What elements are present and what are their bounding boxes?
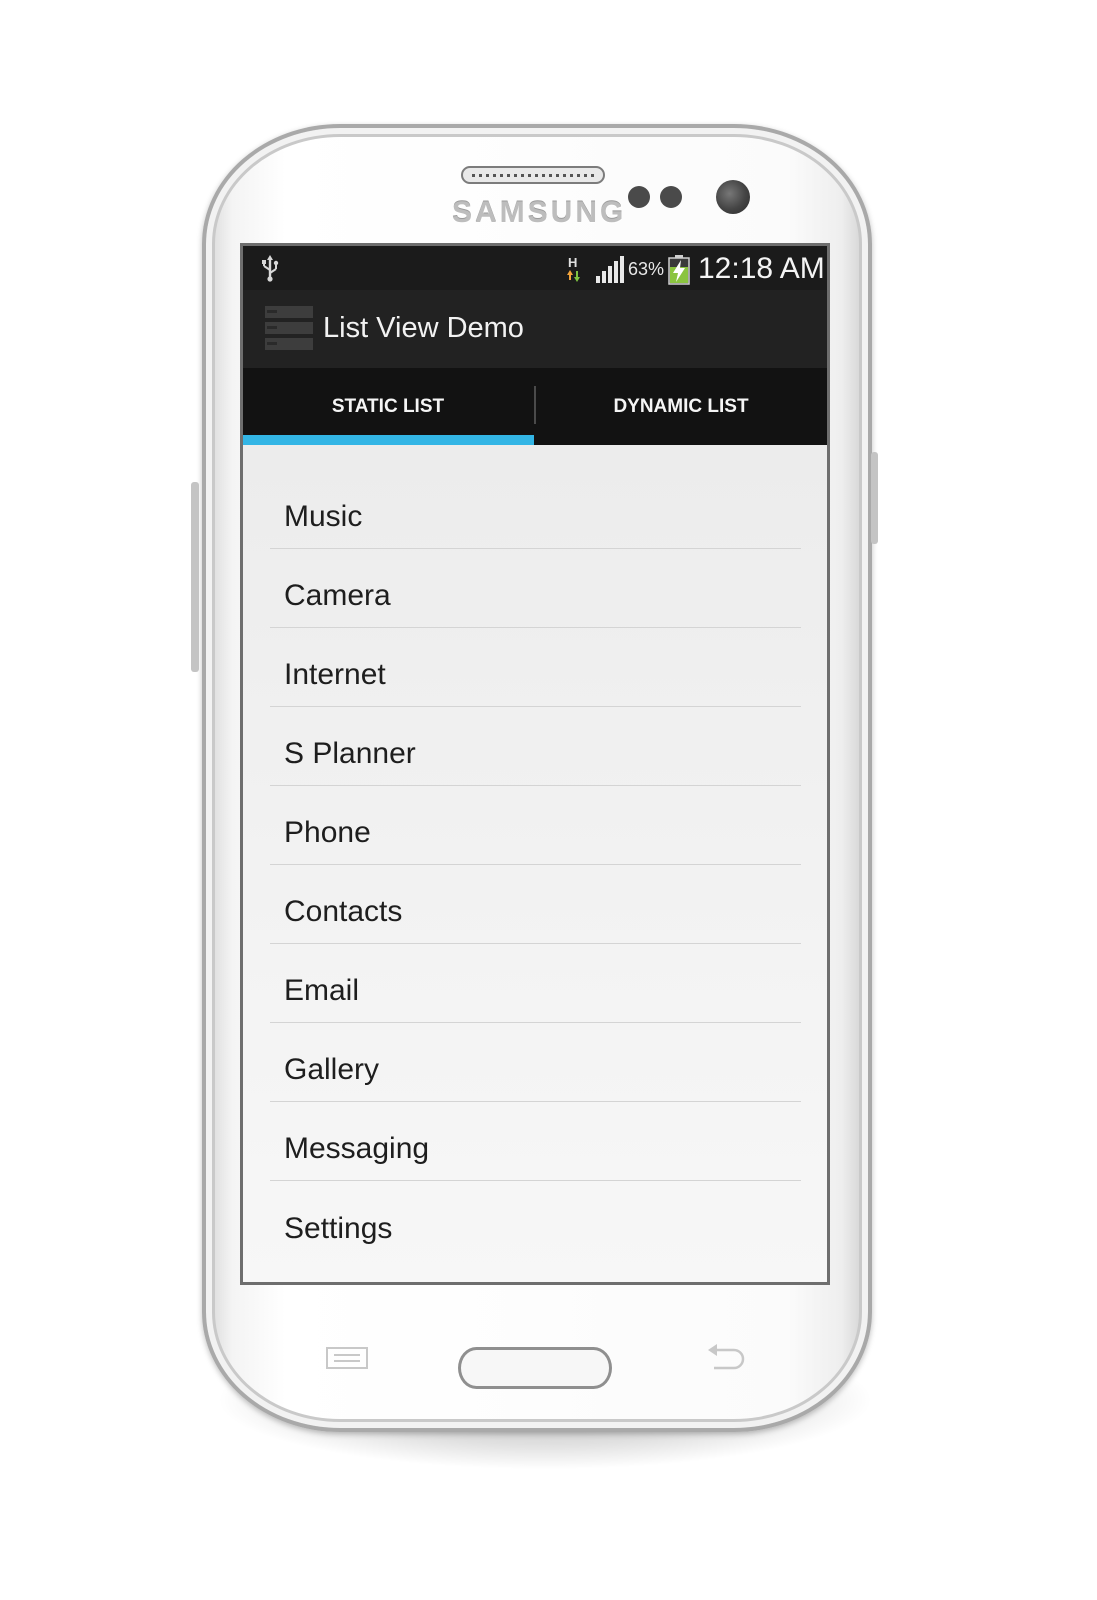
list-item-label: Music bbox=[284, 500, 363, 533]
action-bar: List View Demo bbox=[243, 290, 827, 368]
screen: H 63% 12:18 AM List View Demo STATIC LIS… bbox=[240, 243, 830, 1285]
tab-dynamic-list[interactable]: DYNAMIC LIST bbox=[536, 368, 826, 445]
battery-charging-icon bbox=[668, 255, 690, 285]
list-item-messaging[interactable]: Messaging bbox=[270, 1103, 801, 1181]
home-button[interactable] bbox=[458, 1347, 612, 1389]
list-item-label: Internet bbox=[284, 658, 386, 691]
static-list: Music Camera Internet S Planner Phone Co… bbox=[243, 445, 827, 1282]
earpiece-speaker bbox=[461, 166, 605, 184]
list-item-gallery[interactable]: Gallery bbox=[270, 1024, 801, 1102]
list-item-s-planner[interactable]: S Planner bbox=[270, 708, 801, 786]
list-item-label: Email bbox=[284, 974, 360, 1007]
list-item-label: Messaging bbox=[284, 1132, 430, 1165]
signal-icon bbox=[596, 256, 624, 283]
power-button[interactable] bbox=[871, 452, 878, 544]
list-item-email[interactable]: Email bbox=[270, 945, 801, 1023]
status-bar: H 63% 12:18 AM bbox=[243, 246, 827, 290]
menu-key-icon[interactable] bbox=[326, 1346, 368, 1370]
hspa-data-icon: H bbox=[567, 255, 580, 282]
selected-tab-indicator bbox=[243, 435, 534, 445]
list-item-label: Contacts bbox=[284, 895, 403, 928]
page-title: List View Demo bbox=[323, 312, 524, 344]
list-app-icon[interactable] bbox=[265, 304, 313, 352]
list-item-label: S Planner bbox=[284, 737, 416, 770]
tab-dynamic-list-label: DYNAMIC LIST bbox=[613, 395, 749, 417]
front-camera bbox=[716, 180, 750, 214]
list-item-phone[interactable]: Phone bbox=[270, 787, 801, 865]
usb-icon bbox=[262, 255, 279, 282]
volume-button[interactable] bbox=[191, 482, 199, 672]
list-item-label: Camera bbox=[284, 579, 391, 612]
status-clock: 12:18 AM bbox=[698, 252, 825, 285]
tab-bar: STATIC LIST DYNAMIC LIST bbox=[243, 368, 827, 445]
back-key-icon[interactable] bbox=[704, 1342, 746, 1372]
tab-static-list[interactable]: STATIC LIST bbox=[243, 368, 533, 445]
proximity-sensor bbox=[628, 186, 650, 208]
list-item-settings[interactable]: Settings bbox=[270, 1182, 801, 1260]
light-sensor bbox=[660, 186, 682, 208]
list-item-label: Gallery bbox=[284, 1053, 380, 1086]
list-item-camera[interactable]: Camera bbox=[270, 550, 801, 628]
list-item-contacts[interactable]: Contacts bbox=[270, 866, 801, 944]
list-item-label: Phone bbox=[284, 816, 371, 849]
list-item-label: Settings bbox=[284, 1212, 393, 1245]
brand-logo: SAMSUNG bbox=[452, 196, 627, 229]
list-item-internet[interactable]: Internet bbox=[270, 629, 801, 707]
tab-static-list-label: STATIC LIST bbox=[331, 395, 445, 417]
battery-percent: 63% bbox=[628, 259, 665, 279]
list-item-music[interactable]: Music bbox=[270, 471, 801, 549]
network-type-label: H bbox=[568, 255, 577, 270]
